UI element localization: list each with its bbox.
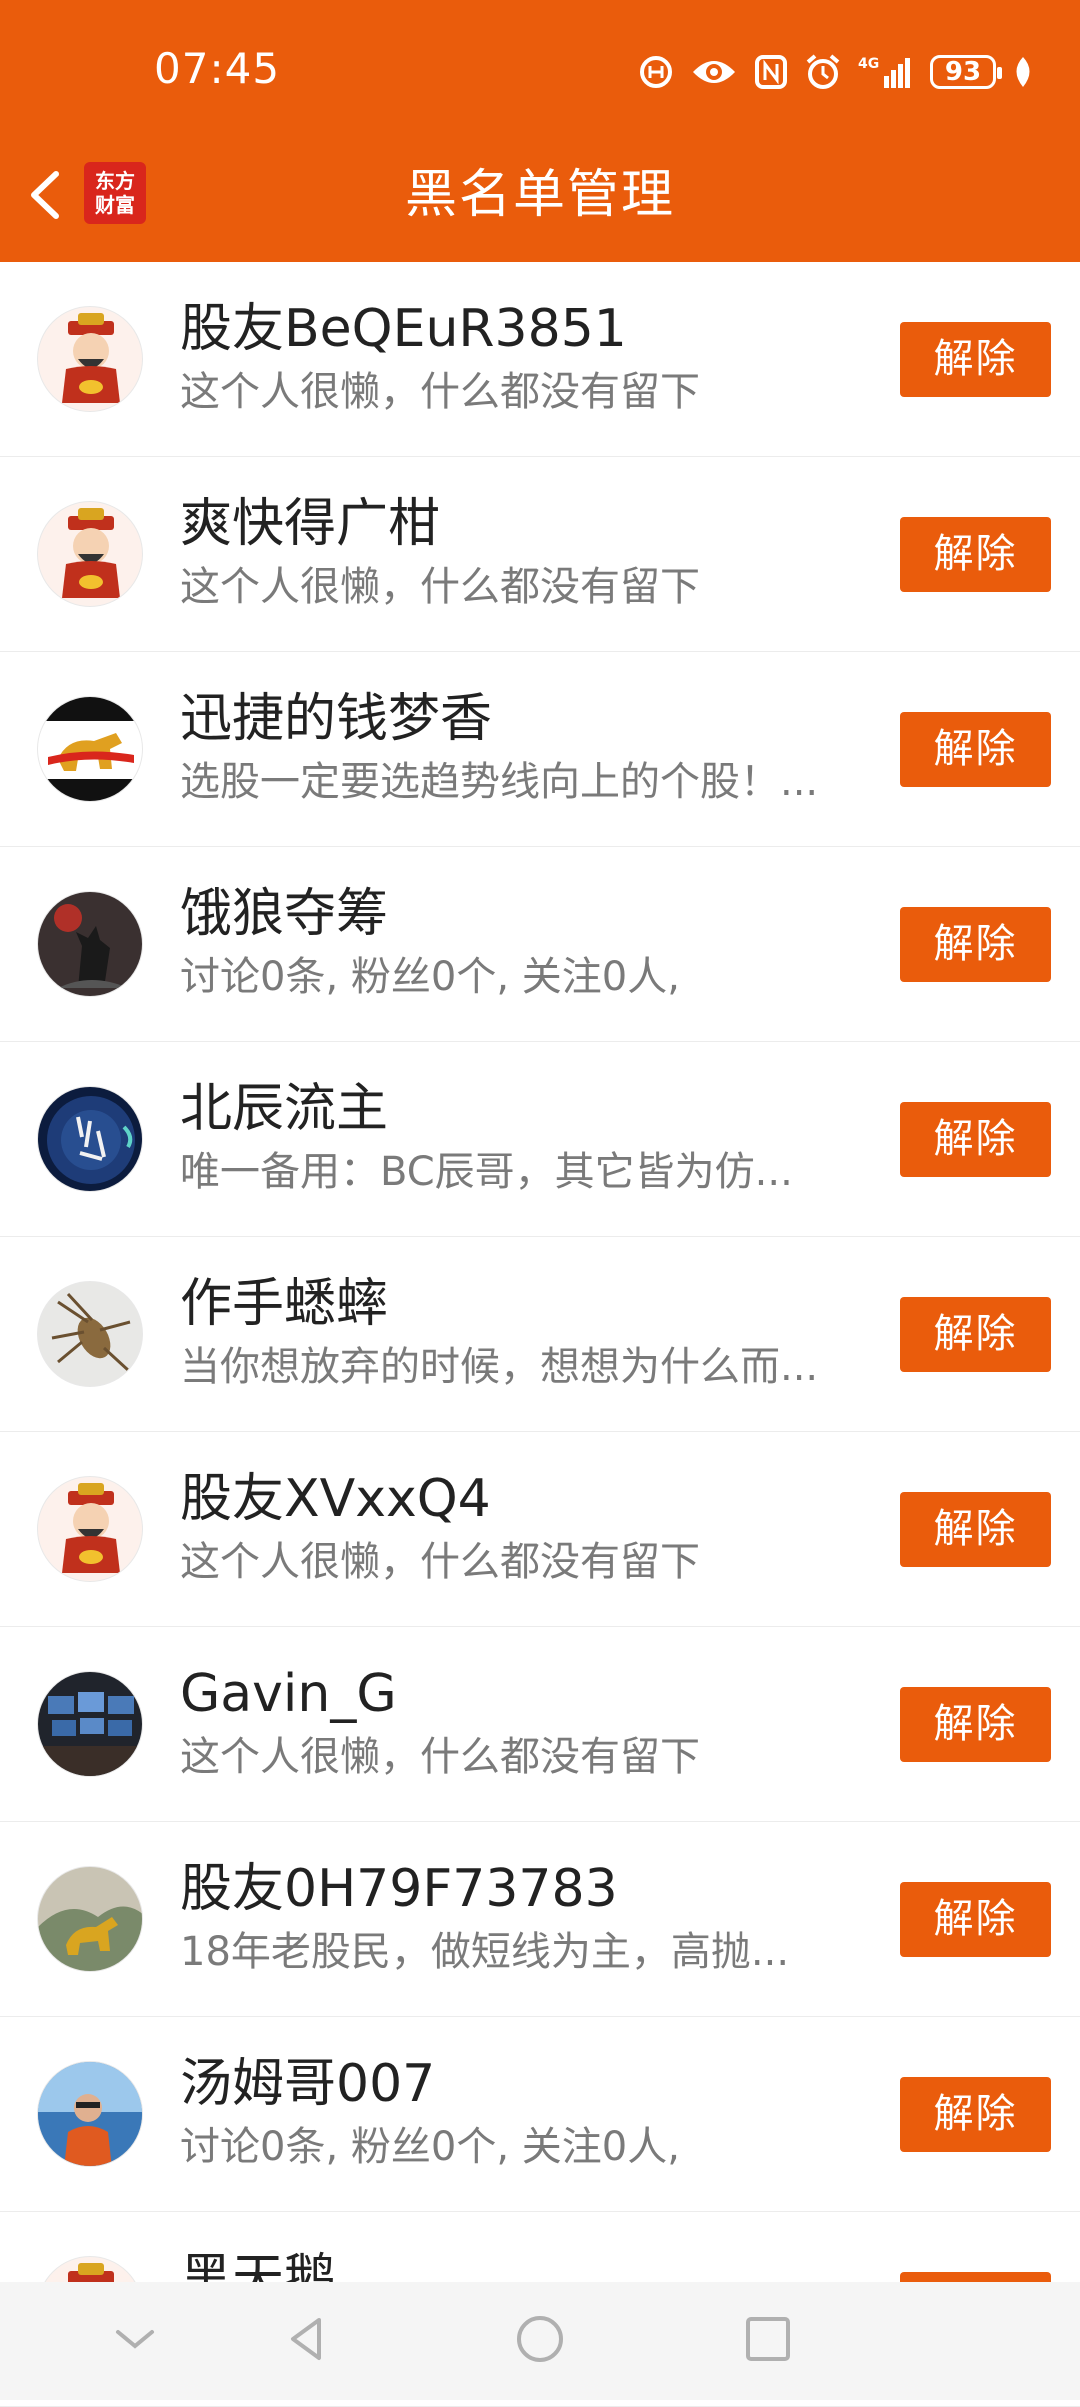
user-name[interactable]: 饿狼夺筹	[180, 879, 388, 949]
user-name[interactable]: 股友BeQEuR3851	[180, 294, 627, 364]
avatar[interactable]	[37, 891, 143, 997]
leaf-icon	[1012, 55, 1034, 89]
space-calligraphy-icon	[47, 1096, 135, 1184]
avatar[interactable]	[37, 2061, 143, 2167]
nav-home-button[interactable]	[505, 2304, 575, 2374]
user-bio: 讨论0条, 粉丝0个, 关注0人,	[180, 954, 680, 1000]
user-bio: 当你想放弃的时候，想想为什么而...	[180, 1344, 819, 1390]
battery-indicator: 93	[930, 55, 1002, 89]
unblock-button[interactable]: 解除	[900, 1102, 1051, 1177]
unblock-button[interactable]: 解除	[900, 322, 1051, 397]
user-bio: 这个人很懒，什么都没有留下	[180, 1539, 700, 1585]
user-bio: 这个人很懒，什么都没有留下	[180, 369, 700, 415]
user-bio: 这个人很懒，什么都没有留下	[180, 564, 700, 610]
bull-icon	[38, 697, 142, 801]
avatar[interactable]	[37, 1281, 143, 1387]
god-of-wealth-icon	[62, 508, 120, 598]
user-name[interactable]: Gavin_G	[180, 1659, 397, 1729]
unblock-button[interactable]: 解除	[900, 907, 1051, 982]
user-name[interactable]: 汤姆哥007	[180, 2049, 435, 2119]
user-name[interactable]: 迅捷的钱梦香	[180, 684, 492, 754]
unblock-button[interactable]: 解除	[900, 712, 1051, 787]
unblock-button[interactable]: 解除	[900, 1297, 1051, 1372]
list-item: 爽快得广柑 这个人很懒，什么都没有留下 解除	[0, 457, 1080, 652]
avatar[interactable]	[37, 1086, 143, 1192]
user-name[interactable]: 作手蟋蟀	[180, 1269, 388, 1339]
square-recents-icon	[746, 2317, 790, 2361]
circle-home-icon	[517, 2316, 563, 2362]
nav-recents-button[interactable]	[733, 2304, 803, 2374]
list-item: 北辰流主 唯一备用：BC辰哥，其它皆为仿... 解除	[0, 1042, 1080, 1237]
status-icons: 4G 93	[638, 48, 1034, 96]
list-item: 作手蟋蟀 当你想放弃的时候，想想为什么而... 解除	[0, 1237, 1080, 1432]
god-of-wealth-icon	[62, 1483, 120, 1573]
user-bio: 选股一定要选趋势线向上的个股！...	[180, 759, 819, 805]
list-item: 股友0H79F73783 18年老股民，做短线为主，高抛... 解除	[0, 1822, 1080, 2017]
list-item: 股友XVxxQ4 这个人很懒，什么都没有留下 解除	[0, 1432, 1080, 1627]
user-bio: 这个人很懒，什么都没有留下	[180, 1734, 700, 1780]
god-of-wealth-icon	[62, 313, 120, 403]
user-name[interactable]: 股友0H79F73783	[180, 1854, 618, 1924]
triangle-back-icon	[291, 2318, 321, 2360]
user-bio: 18年老股民，做短线为主，高抛...	[180, 1929, 790, 1975]
list-item: 饿狼夺筹 讨论0条, 粉丝0个, 关注0人, 解除	[0, 847, 1080, 1042]
list-item: Gavin_G 这个人很懒，什么都没有留下 解除	[0, 1627, 1080, 1822]
svg-text:4G: 4G	[858, 56, 879, 72]
list-item: 汤姆哥007 讨论0条, 粉丝0个, 关注0人, 解除	[0, 2017, 1080, 2212]
avatar[interactable]	[37, 501, 143, 607]
man-on-boat-icon	[38, 2062, 142, 2166]
avatar[interactable]	[37, 1866, 143, 1972]
list-item: 迅捷的钱梦香 选股一定要选趋势线向上的个股！... 解除	[0, 652, 1080, 847]
blacklist: 股友BeQEuR3851 这个人很懒，什么都没有留下 解除 爽快得广柑 这个人很…	[0, 262, 1080, 2407]
unblock-button[interactable]: 解除	[900, 517, 1051, 592]
list-item: 股友BeQEuR3851 这个人很懒，什么都没有留下 解除	[0, 262, 1080, 457]
unblock-button[interactable]: 解除	[900, 1882, 1051, 1957]
alarm-icon	[804, 53, 842, 91]
chevron-down-icon	[116, 2330, 154, 2349]
nav-hide-button[interactable]	[100, 2304, 170, 2374]
unblock-button[interactable]: 解除	[900, 2077, 1051, 2152]
signal-icon: 4G	[858, 54, 914, 90]
avatar[interactable]	[37, 306, 143, 412]
user-name[interactable]: 北辰流主	[180, 1074, 388, 1144]
user-name[interactable]: 爽快得广柑	[180, 489, 440, 559]
unblock-button[interactable]: 解除	[900, 1492, 1051, 1567]
user-bio: 唯一备用：BC辰哥，其它皆为仿...	[180, 1149, 793, 1195]
user-name[interactable]: 股友XVxxQ4	[180, 1464, 491, 1534]
nav-back-button[interactable]	[273, 2304, 343, 2374]
unblock-button[interactable]: 解除	[900, 1687, 1051, 1762]
avatar[interactable]	[37, 1671, 143, 1777]
trading-desk-icon	[38, 1692, 142, 1776]
eye-icon	[690, 54, 738, 90]
app-header: 07:45 4G 93 东方 财富 黑名单管理	[0, 0, 1080, 262]
nfc-icon	[754, 54, 788, 90]
golden-bull-icon	[38, 1906, 142, 1971]
avatar[interactable]	[37, 1476, 143, 1582]
page-title: 黑名单管理	[404, 165, 675, 225]
avatar[interactable]	[37, 696, 143, 802]
status-time: 07:45	[154, 44, 281, 93]
system-nav-bar	[0, 2282, 1080, 2400]
sync-icon	[638, 54, 674, 90]
cricket-icon	[51, 1292, 131, 1372]
wolf-icon	[54, 904, 128, 988]
user-bio: 讨论0条, 粉丝0个, 关注0人,	[180, 2124, 680, 2170]
